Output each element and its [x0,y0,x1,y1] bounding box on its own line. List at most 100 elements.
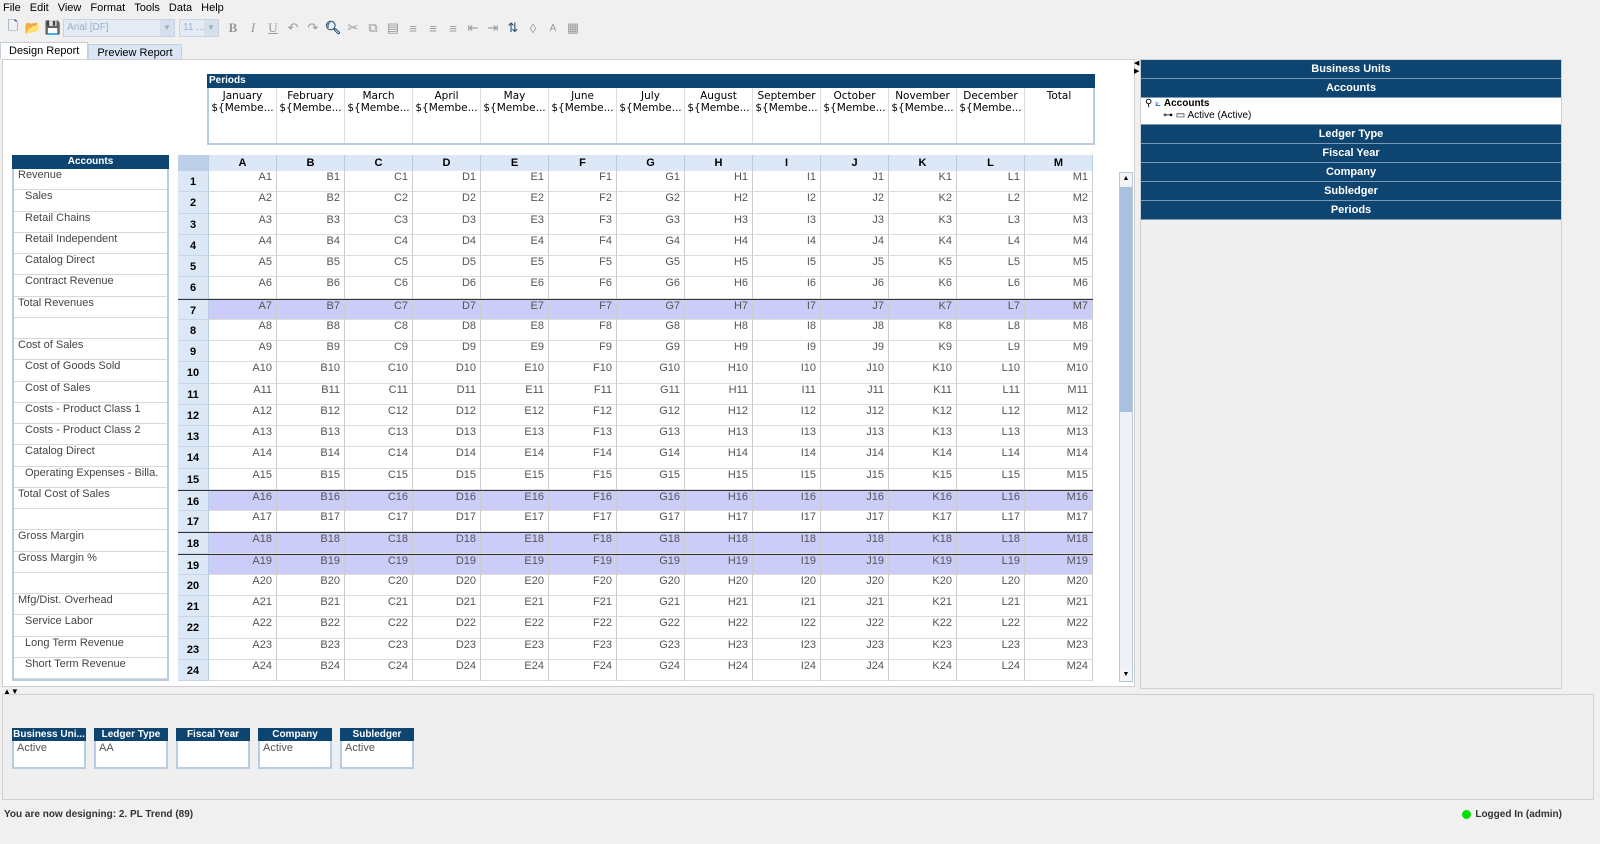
grid-cell[interactable]: J14 [821,447,889,468]
column-header-m[interactable]: M [1025,155,1093,171]
grid-cell[interactable]: H9 [685,341,753,362]
grid-cell[interactable]: J4 [821,235,889,256]
grid-cell[interactable]: M15 [1025,469,1093,490]
grid-cell[interactable]: A21 [209,596,277,617]
grid-cell[interactable]: G23 [617,639,685,660]
grid-cell[interactable]: M4 [1025,235,1093,256]
grid-cell[interactable]: M5 [1025,256,1093,277]
menu-tools[interactable]: Tools [134,0,160,16]
save-icon[interactable]: 💾 [43,18,63,38]
grid-cell[interactable]: J18 [821,533,889,553]
grid-cell[interactable]: L24 [957,660,1025,681]
grid-cell[interactable]: C13 [345,426,413,447]
grid-cell[interactable]: H2 [685,192,753,213]
grid-cell[interactable]: L6 [957,277,1025,298]
grid-cell[interactable]: L7 [957,300,1025,320]
grid-cell[interactable]: C3 [345,214,413,235]
grid-cell[interactable]: C20 [345,575,413,596]
row-header[interactable]: 2 [178,192,209,213]
grid-cell[interactable]: M19 [1025,555,1093,575]
grid-cell[interactable]: J9 [821,341,889,362]
account-row[interactable]: Catalog Direct [14,445,167,466]
grid-cell[interactable]: M9 [1025,341,1093,362]
align-right-icon[interactable]: ≡ [443,18,463,38]
section-business-units[interactable]: Business Units [1141,60,1561,79]
grid-cell[interactable]: E18 [481,533,549,553]
grid-cell[interactable]: L21 [957,596,1025,617]
row-header[interactable]: 17 [178,511,209,532]
column-header-i[interactable]: I [753,155,821,171]
grid-cell[interactable]: M12 [1025,405,1093,426]
grid-cell[interactable]: C15 [345,469,413,490]
grid-cell[interactable]: I14 [753,447,821,468]
grid-cell[interactable]: M23 [1025,639,1093,660]
column-header-e[interactable]: E [481,155,549,171]
grid-cell[interactable]: L17 [957,511,1025,532]
grid-cell[interactable]: B17 [277,511,345,532]
grid-cell[interactable]: A20 [209,575,277,596]
grid-cell[interactable]: A7 [209,300,277,320]
grid-cell[interactable]: G15 [617,469,685,490]
column-header-b[interactable]: B [277,155,345,171]
grid-cell[interactable]: M10 [1025,362,1093,383]
grid-cell[interactable]: H16 [685,491,753,511]
grid-cell[interactable]: M8 [1025,320,1093,341]
grid-cell[interactable]: A10 [209,362,277,383]
grid-cell[interactable]: D11 [413,384,481,405]
grid-cell[interactable]: G14 [617,447,685,468]
grid-cell[interactable]: J5 [821,256,889,277]
menu-file[interactable]: File [3,0,21,16]
row-header[interactable]: 20 [178,575,209,596]
grid-cell[interactable]: K13 [889,426,957,447]
grid-cell[interactable]: C9 [345,341,413,362]
grid-cell[interactable]: G3 [617,214,685,235]
row-header[interactable]: 1 [178,171,209,192]
grid-cell[interactable]: I8 [753,320,821,341]
grid-cell[interactable]: H10 [685,362,753,383]
grid-cell[interactable]: I21 [753,596,821,617]
period-column[interactable]: May${Membe... [481,88,549,143]
column-header-l[interactable]: L [957,155,1025,171]
grid-cell[interactable]: H17 [685,511,753,532]
grid-cell[interactable]: L2 [957,192,1025,213]
grid-cell[interactable]: E6 [481,277,549,298]
grid-cell[interactable]: I20 [753,575,821,596]
grid-cell[interactable]: D3 [413,214,481,235]
row-header[interactable]: 21 [178,596,209,617]
grid-cell[interactable]: A3 [209,214,277,235]
filter-2[interactable]: Fiscal Year [176,728,250,769]
grid-cell[interactable]: G1 [617,171,685,192]
grid-cell[interactable]: F4 [549,235,617,256]
grid-cell[interactable]: I12 [753,405,821,426]
grid-cell[interactable]: E8 [481,320,549,341]
grid-vertical-scrollbar[interactable]: ▲ ▼ [1119,172,1133,682]
grid-cell[interactable]: J21 [821,596,889,617]
grid-cell[interactable]: F11 [549,384,617,405]
account-row[interactable]: Short Term Revenue [14,658,167,679]
grid-cell[interactable]: I23 [753,639,821,660]
grid-cell[interactable]: E21 [481,596,549,617]
row-header[interactable]: 12 [178,405,209,426]
grid-cell[interactable]: E23 [481,639,549,660]
grid-cell[interactable]: F14 [549,447,617,468]
grid-cell[interactable]: F5 [549,256,617,277]
section-company[interactable]: Company [1141,163,1561,182]
menu-help[interactable]: Help [201,0,224,16]
grid-cell[interactable]: F21 [549,596,617,617]
grid-cell[interactable]: K11 [889,384,957,405]
grid-cell[interactable]: A8 [209,320,277,341]
grid-cell[interactable]: E10 [481,362,549,383]
grid-cell[interactable]: M3 [1025,214,1093,235]
grid-cell[interactable]: I15 [753,469,821,490]
row-header[interactable]: 14 [178,447,209,468]
grid-cell[interactable]: A4 [209,235,277,256]
grid-cell[interactable]: L22 [957,617,1025,638]
filter-value[interactable]: Active [340,741,414,769]
grid-cell[interactable]: A16 [209,491,277,511]
period-column[interactable]: March${Membe... [345,88,413,143]
grid-cell[interactable]: M21 [1025,596,1093,617]
grid-cell[interactable]: M14 [1025,447,1093,468]
grid-cell[interactable]: F7 [549,300,617,320]
grid-cell[interactable]: E4 [481,235,549,256]
grid-cell[interactable]: I17 [753,511,821,532]
